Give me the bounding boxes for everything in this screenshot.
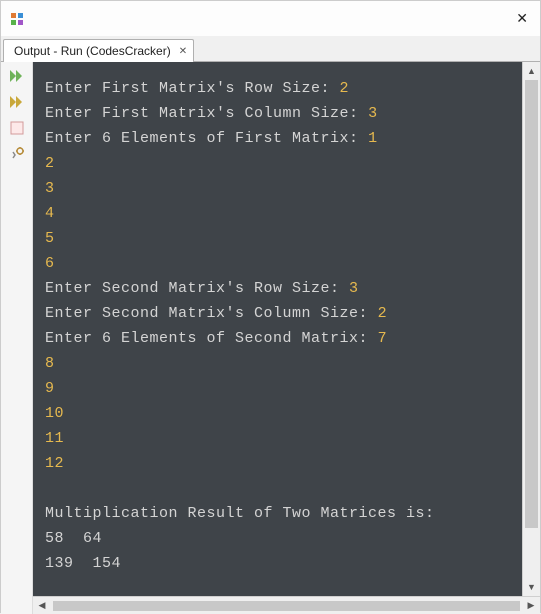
scroll-left-icon[interactable]: ◀ <box>33 597 51 614</box>
window-close-button[interactable]: ✕ <box>516 10 528 27</box>
prompt-line: Enter 6 Elements of Second Matrix: <box>45 330 378 347</box>
input-value: 6 <box>45 255 55 272</box>
prompt-line: Enter First Matrix's Column Size: <box>45 105 368 122</box>
app-logo-icon <box>9 11 25 27</box>
prompt-line: Enter Second Matrix's Row Size: <box>45 280 349 297</box>
vertical-scrollbar[interactable]: ▲ ▼ <box>522 62 540 596</box>
input-value: 3 <box>368 105 378 122</box>
input-value: 3 <box>45 180 55 197</box>
result-row: 139 154 <box>45 555 121 572</box>
result-header: Multiplication Result of Two Matrices is… <box>45 505 435 522</box>
run-button[interactable] <box>7 92 27 112</box>
scroll-thumb-horizontal[interactable] <box>53 601 520 611</box>
input-value: 10 <box>45 405 64 422</box>
scroll-right-icon[interactable]: ▶ <box>522 597 540 614</box>
settings-button[interactable] <box>7 144 27 164</box>
gutter-toolbar <box>1 62 33 614</box>
input-value: 3 <box>349 280 359 297</box>
input-value: 2 <box>378 305 388 322</box>
main-area: Enter First Matrix's Row Size: 2 Enter F… <box>1 62 540 614</box>
stop-button[interactable] <box>7 118 27 138</box>
console-body: Enter First Matrix's Row Size: 2 Enter F… <box>33 62 540 596</box>
tab-label: Output - Run (CodesCracker) <box>14 44 171 58</box>
window-titlebar: ✕ <box>1 1 540 36</box>
input-value: 1 <box>368 130 378 147</box>
prompt-line: Enter First Matrix's Row Size: <box>45 80 340 97</box>
input-value: 8 <box>45 355 55 372</box>
scroll-down-icon[interactable]: ▼ <box>523 578 540 596</box>
console-output: Enter First Matrix's Row Size: 2 Enter F… <box>33 62 522 596</box>
input-value: 4 <box>45 205 55 222</box>
result-row: 58 64 <box>45 530 102 547</box>
input-value: 12 <box>45 455 64 472</box>
input-value: 7 <box>378 330 388 347</box>
input-value: 5 <box>45 230 55 247</box>
tab-close-icon[interactable]: ✕ <box>179 46 187 57</box>
scroll-thumb-vertical[interactable] <box>525 80 538 528</box>
input-value: 11 <box>45 430 64 447</box>
tab-strip: Output - Run (CodesCracker) ✕ <box>1 36 540 62</box>
console-panel: Enter First Matrix's Row Size: 2 Enter F… <box>33 62 540 614</box>
rerun-button[interactable] <box>7 66 27 86</box>
input-value: 9 <box>45 380 55 397</box>
input-value: 2 <box>340 80 350 97</box>
scroll-up-icon[interactable]: ▲ <box>523 62 540 80</box>
horizontal-scrollbar[interactable]: ◀ ▶ <box>33 596 540 614</box>
input-value: 2 <box>45 155 55 172</box>
prompt-line: Enter Second Matrix's Column Size: <box>45 305 378 322</box>
tab-output-run[interactable]: Output - Run (CodesCracker) ✕ <box>3 39 194 62</box>
prompt-line: Enter 6 Elements of First Matrix: <box>45 130 368 147</box>
